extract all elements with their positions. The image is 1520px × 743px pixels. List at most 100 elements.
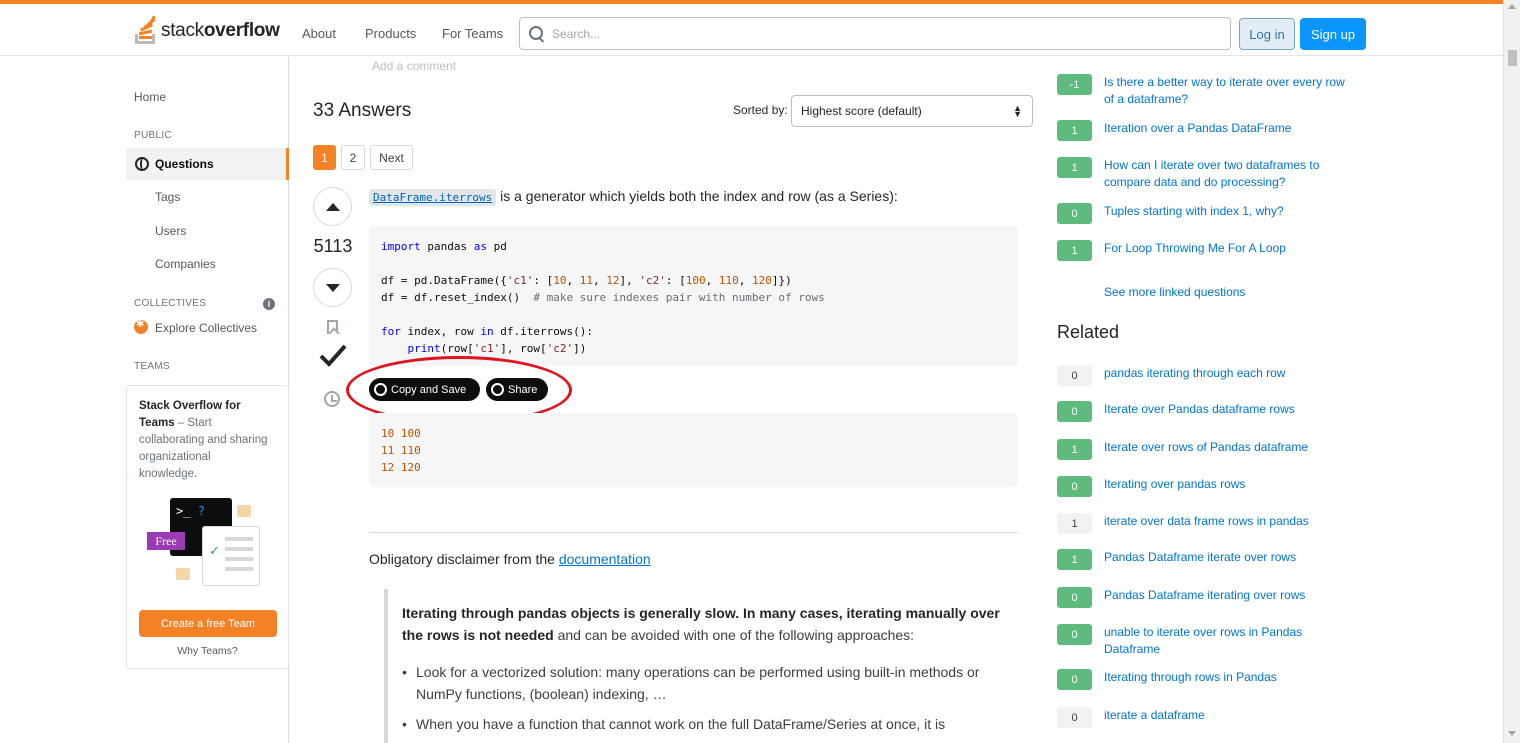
list-item: Look for a vectorized solution: many ope… [402,661,1006,705]
documentation-quote: Iterating through pandas objects is gene… [384,589,1018,743]
downvote-button[interactable] [313,268,352,307]
question-link[interactable]: Iterate over Pandas dataframe rows [1104,401,1354,418]
teams-promo-text: Stack Overflow for Teams – Start collabo… [139,400,268,480]
disclaimer-text: Obligatory disclaimer from the documenta… [369,551,651,567]
why-teams-link[interactable]: Why Teams? [127,645,288,657]
scroll-up-arrow-icon[interactable] [1508,4,1516,9]
page-button-next[interactable]: Next [370,145,413,170]
question-link[interactable]: unable to iterate over rows in Pandas Da… [1104,624,1354,658]
sort-select-value: Highest score (default) [801,104,922,118]
history-icon[interactable] [324,391,340,407]
score-badge: 0 [1057,203,1092,224]
left-sidebar: Home PUBLIC Questions Tags Users Compani… [126,57,289,743]
top-bar: stackoverflow About Products For Teams L… [0,0,1503,56]
sorted-by-label: Sorted by: [733,103,788,117]
page-button-2[interactable]: 2 [341,145,365,170]
search-box[interactable] [519,17,1231,50]
sidebar-item-questions[interactable]: Questions [126,148,289,180]
create-free-team-button[interactable]: Create a free Team [139,610,277,637]
code-line: for index, row in df.iterrows(): [381,325,593,338]
info-icon[interactable]: i [263,298,275,310]
see-more-linked-link[interactable]: See more linked questions [1104,285,1245,299]
search-input[interactable] [552,26,1192,41]
score-badge: 1 [1057,240,1092,261]
question-link[interactable]: For Loop Throwing Me For A Loop [1104,240,1354,257]
checklist-icon: ✓ [202,526,260,586]
sidebar-heading-collectives: COLLECTIVES [134,298,207,309]
logo-wordmark: stackoverflow [161,20,280,41]
select-arrows-icon: ▲ ▼ [1013,103,1022,119]
question-link[interactable]: iterate a dataframe [1104,707,1354,724]
score-badge: 0 [1057,365,1092,386]
sidebar-heading-public: PUBLIC [134,130,172,141]
output-line: 11 110 [381,444,421,457]
globe-icon [135,157,149,171]
output-block: 10 100 11 110 12 120 [369,413,1018,487]
iterrows-code-link[interactable]: DataFrame.iterrows [369,189,497,206]
question-link[interactable]: Pandas Dataframe iterating over rows [1104,587,1354,604]
nav-products[interactable]: Products [365,26,416,41]
scroll-thumb[interactable] [1508,50,1517,66]
page-button-1[interactable]: 1 [313,145,336,170]
quote-paragraph: Iterating through pandas objects is gene… [402,605,1000,643]
question-link[interactable]: Iterate over rows of Pandas dataframe [1104,439,1354,456]
sidebar-item-label: Questions [155,157,214,171]
code-line: import pandas as pd [381,240,507,253]
sidebar-item-tags[interactable]: Tags [155,190,180,204]
question-link[interactable]: Iterating over pandas rows [1104,476,1354,493]
question-link[interactable]: Is there a better way to iterate over ev… [1104,74,1354,108]
sidebar-item-companies[interactable]: Companies [155,257,216,271]
question-link[interactable]: pandas iterating through each row [1104,365,1354,382]
list-item: When you have a function that cannot wor… [402,713,1006,735]
sidebar-heading-teams: TEAMS [134,361,170,372]
output-line: 12 120 [381,461,421,474]
logo-icon [133,15,159,46]
question-link[interactable]: Tuples starting with index 1, why? [1104,203,1354,220]
documentation-link[interactable]: documentation [559,551,651,567]
scroll-down-arrow-icon[interactable] [1508,731,1516,736]
bookmark-icon[interactable] [327,320,338,334]
arrow-up-icon [325,202,340,211]
output-line: 10 100 [381,427,421,440]
divider [369,532,1018,533]
sidebar-item-users[interactable]: Users [155,224,186,238]
sort-select[interactable]: Highest score (default) ▲ ▼ [791,95,1033,127]
question-link[interactable]: How can I iterate over two dataframes to… [1104,157,1354,191]
answers-count-heading: 33 Answers [313,100,412,121]
score-badge: 0 [1057,669,1092,690]
score-badge: 1 [1057,549,1092,570]
free-badge: Free [147,532,185,550]
score-badge: 0 [1057,476,1092,497]
score-badge: 1 [1057,513,1092,534]
score-badge: 1 [1057,157,1092,178]
search-icon [529,25,545,42]
collectives-icon [134,319,148,334]
login-button[interactable]: Log in [1239,18,1295,50]
page-scrollbar[interactable] [1503,0,1520,743]
arrow-down-icon [325,283,340,292]
score-badge: 0 [1057,401,1092,422]
score-badge: 0 [1057,624,1092,645]
score-badge: 0 [1057,587,1092,608]
question-link[interactable]: iterate over data frame rows in pandas [1104,513,1354,530]
code-line: df = df.reset_index() # make sure indexe… [381,291,825,304]
upvote-button[interactable] [313,187,352,226]
score-badge: 0 [1057,707,1092,728]
chat-bubble-icon [176,568,190,580]
question-link[interactable]: Pandas Dataframe iterate over rows [1104,549,1354,566]
sidebar-item-explore-collectives[interactable]: Explore Collectives [155,321,257,335]
sidebar-item-home[interactable]: Home [134,90,166,104]
accepted-checkmark-icon [319,344,347,367]
code-line: print(row['c1'], row['c2']) [407,342,587,355]
question-link[interactable]: Iteration over a Pandas DataFrame [1104,120,1354,137]
signup-button[interactable]: Sign up [1300,18,1366,50]
stackoverflow-logo[interactable]: stackoverflow [133,13,280,49]
code-line: df = pd.DataFrame({'c1': [10, 11, 12], '… [381,274,792,287]
related-heading: Related [1057,322,1120,342]
nav-for-teams[interactable]: For Teams [442,26,503,41]
nav-about[interactable]: About [302,26,336,41]
question-link[interactable]: Iterating through rows in Pandas [1104,669,1354,686]
score-badge: 1 [1057,439,1092,460]
code-block: import pandas as pd df = pd.DataFrame({'… [369,226,1018,366]
add-comment-link[interactable]: Add a comment [372,59,456,73]
